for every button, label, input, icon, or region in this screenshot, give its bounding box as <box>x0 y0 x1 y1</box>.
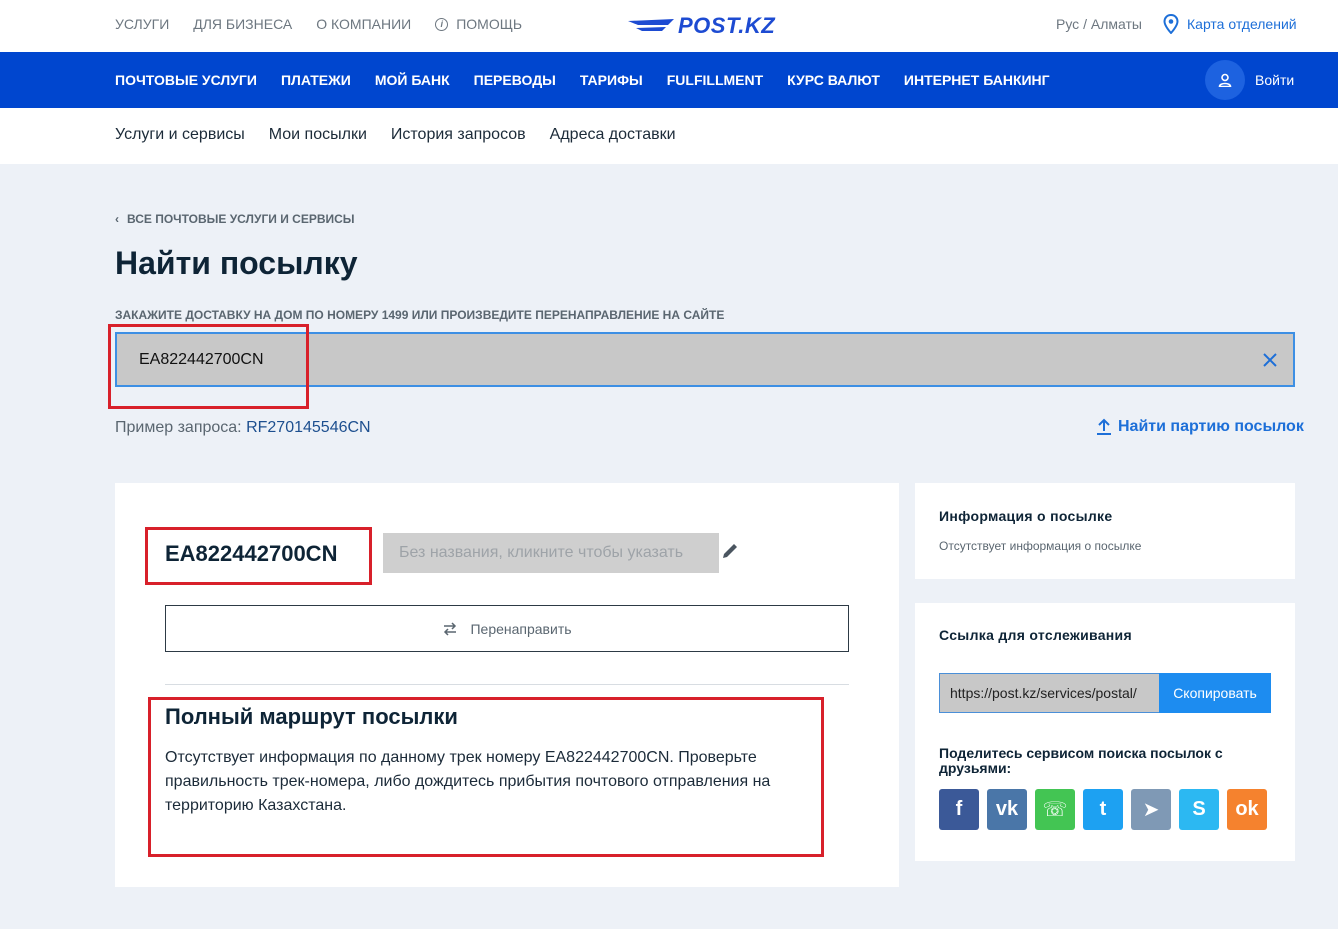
sub-nav-history[interactable]: История запросов <box>391 126 526 144</box>
main-nav-postal[interactable]: ПОЧТОВЫЕ УСЛУГИ <box>115 72 257 88</box>
logo-text: POST.KZ <box>678 13 776 38</box>
skype-icon[interactable]: S <box>1179 789 1219 830</box>
redirect-icon <box>444 621 457 636</box>
page-title: Найти посылку <box>115 245 358 281</box>
odnoklassniki-icon[interactable]: ok <box>1227 789 1267 830</box>
top-nav-help-label: ПОМОЩЬ <box>456 16 523 32</box>
info-title: Информация о посылке <box>939 508 1113 524</box>
social-share-buttons: f vk ☏ t ➤ Sok <box>939 789 1267 830</box>
login-label: Войти <box>1255 72 1295 88</box>
top-nav-help[interactable]: i ПОМОЩЬ <box>435 16 522 32</box>
top-bar: УСЛУГИ ДЛЯ БИЗНЕСА О КОМПАНИИ i ПОМОЩЬ PO… <box>0 0 1338 52</box>
top-nav-company[interactable]: О КОМПАНИИ <box>316 16 411 32</box>
chevron-left-icon: ‹ <box>115 212 119 226</box>
main-nav-exchange[interactable]: КУРС ВАЛЮТ <box>787 72 880 88</box>
sub-nav: Услуги и сервисы Мои посылки История зап… <box>0 108 1338 164</box>
login-button[interactable]: Войти <box>1205 60 1294 100</box>
main-nav-internet-banking[interactable]: ИНТЕРНЕТ БАНКИНГ <box>904 72 1050 88</box>
sub-nav-services[interactable]: Услуги и сервисы <box>115 126 245 144</box>
redirect-button[interactable]: Перенаправить <box>165 605 849 652</box>
highlight-route <box>148 697 824 857</box>
tracking-url-field[interactable]: https://post.kz/services/postal/ <box>939 673 1160 713</box>
upload-icon <box>1097 418 1111 435</box>
find-batch-label: Найти партию посылок <box>1118 418 1304 435</box>
tracking-link-title: Ссылка для отслеживания <box>939 627 1132 643</box>
main-nav-fulfillment[interactable]: FULFILLMENT <box>667 72 763 88</box>
highlight-track-number <box>145 527 372 585</box>
main-nav-my-bank[interactable]: МОЙ БАНК <box>375 72 450 88</box>
main-nav-tariffs[interactable]: ТАРИФЫ <box>580 72 643 88</box>
divider <box>165 684 849 685</box>
info-icon: i <box>435 17 449 31</box>
sub-nav-addresses[interactable]: Адреса доставки <box>550 126 676 144</box>
share-title: Поделитесь сервисом поиска посылок с дру… <box>939 745 1223 776</box>
language-region[interactable]: Рус / Алматы <box>1056 16 1142 32</box>
facebook-icon[interactable]: f <box>939 789 979 830</box>
whatsapp-icon[interactable]: ☏ <box>1035 789 1075 830</box>
main-nav: ПОЧТОВЫЕ УСЛУГИ ПЛАТЕЖИ МОЙ БАНК ПЕРЕВОД… <box>0 52 1338 108</box>
delivery-hint: ЗАКАЖИТЕ ДОСТАВКУ НА ДОМ ПО НОМЕРУ 1499 … <box>115 308 725 322</box>
location-pin-icon <box>1163 14 1179 34</box>
top-nav-services[interactable]: УСЛУГИ <box>115 16 169 32</box>
post-kz-logo[interactable]: POST.KZ <box>628 10 775 42</box>
logo-wing-icon <box>628 19 674 31</box>
branches-map-link[interactable]: Карта отделений <box>1163 14 1297 34</box>
highlight-search-value <box>108 324 309 409</box>
breadcrumb[interactable]: ‹ ВСЕ ПОЧТОВЫЕ УСЛУГИ И СЕРВИСЫ <box>115 212 355 226</box>
example-value[interactable]: RF270145546CN <box>246 419 371 436</box>
main-nav-transfers[interactable]: ПЕРЕВОДЫ <box>474 72 556 88</box>
example-query: Пример запроса: RF270145546CN <box>115 419 371 437</box>
clear-icon[interactable] <box>1261 351 1279 369</box>
parcel-name-field[interactable]: Без названия, кликните чтобы указать <box>383 533 719 573</box>
find-batch-link[interactable]: Найти партию посылок <box>1096 418 1304 436</box>
top-nav: УСЛУГИ ДЛЯ БИЗНЕСА О КОМПАНИИ i ПОМОЩЬ <box>115 16 522 32</box>
redirect-label: Перенаправить <box>470 620 572 637</box>
user-icon <box>1205 60 1245 100</box>
telegram-icon[interactable]: ➤ <box>1131 789 1171 830</box>
breadcrumb-label: ВСЕ ПОЧТОВЫЕ УСЛУГИ И СЕРВИСЫ <box>127 212 355 226</box>
branches-label: Карта отделений <box>1187 16 1297 32</box>
main-nav-payments[interactable]: ПЛАТЕЖИ <box>281 72 351 88</box>
pencil-icon[interactable] <box>720 541 740 561</box>
top-nav-business[interactable]: ДЛЯ БИЗНЕСА <box>193 16 292 32</box>
info-card <box>915 483 1295 579</box>
sub-nav-my-parcels[interactable]: Мои посылки <box>269 126 367 144</box>
example-label: Пример запроса: <box>115 419 242 436</box>
vk-icon[interactable]: vk <box>987 789 1027 830</box>
info-text: Отсутствует информация о посылке <box>939 539 1142 553</box>
twitter-icon[interactable]: t <box>1083 789 1123 830</box>
copy-button[interactable]: Скопировать <box>1159 673 1271 713</box>
